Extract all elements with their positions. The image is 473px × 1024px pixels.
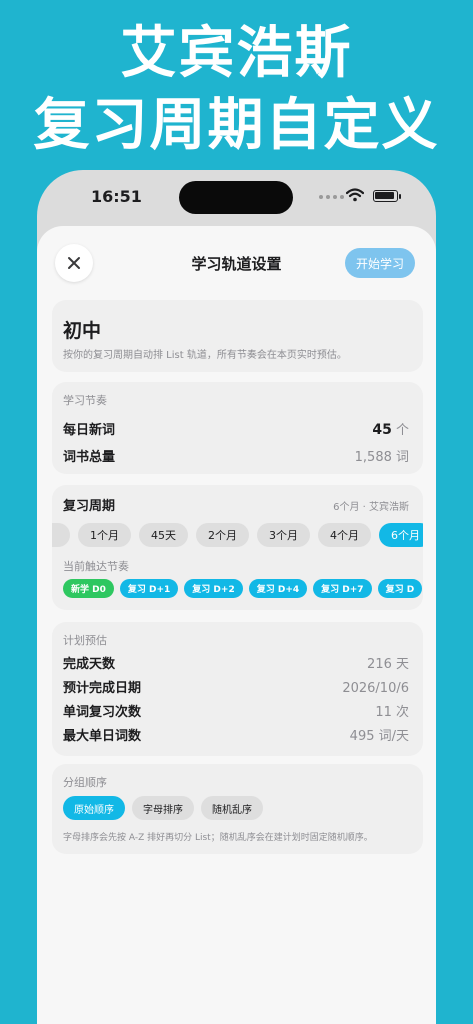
group-option-original[interactable]: 原始顺序 <box>63 796 125 820</box>
cycle-option-6[interactable]: 6个月 <box>379 523 423 547</box>
estimate-row: 完成天数 216 天 <box>63 653 409 672</box>
estimate-value: 495 词/天 <box>349 729 409 744</box>
touch-tag: 复习 D+7 <box>313 579 372 598</box>
battery-cap <box>399 194 401 199</box>
new-words-row[interactable]: 每日新词 45 个 <box>63 419 409 438</box>
estimate-row: 最大单日词数 495 词/天 <box>63 725 409 744</box>
cycle-option-4[interactable]: 3个月 <box>257 523 310 547</box>
estimate-value: 11 次 <box>375 705 409 720</box>
touch-rhythm-tags: 新学 D0 复习 D+1 复习 D+2 复习 D+4 复习 D+7 复习 D <box>63 579 423 598</box>
plan-estimate-card: 计划预估 完成天数 216 天 预计完成日期 2026/10/6 单词复习次数 … <box>52 622 423 756</box>
new-words-unit: 个 <box>395 423 409 438</box>
group-order-note: 字母排序会先按 A-Z 排好再切分 List；随机乱序会在建计划时固定随机顺序。 <box>63 833 373 843</box>
estimate-value: 216 天 <box>367 657 409 672</box>
phone-frame: 16:51 学习轨道设置 开始学习 初中 按你的复习周期自动排 List 轨道，… <box>37 170 436 1024</box>
group-option-random[interactable]: 随机乱序 <box>201 796 263 820</box>
estimate-key: 完成天数 <box>63 657 116 672</box>
cycle-option-partial[interactable] <box>52 523 70 547</box>
level-title: 初中 <box>63 320 102 342</box>
promo-headline-1: 艾宾浩斯 <box>120 21 353 86</box>
signal-dots-icon <box>319 195 344 199</box>
cycle-options: 1个月 45天 2个月 3个月 4个月 6个月 <box>52 523 423 547</box>
estimate-key: 预计完成日期 <box>63 681 142 696</box>
touch-tag: 复习 D+1 <box>119 579 179 598</box>
touch-rhythm-label: 当前触达节奏 <box>63 560 129 573</box>
status-time: 16:51 <box>91 187 142 206</box>
total-words-label: 词书总量 <box>63 450 116 465</box>
review-cycle-card: 复习周期 6个月 · 艾宾浩斯 1个月 45天 2个月 3个月 4个月 6个月 … <box>52 485 423 610</box>
level-card: 初中 按你的复习周期自动排 List 轨道，所有节奏会在本页实时预估。 <box>52 300 423 372</box>
cycle-option-3[interactable]: 2个月 <box>196 523 249 547</box>
touch-tag: 复习 D+2 <box>184 579 243 598</box>
estimate-label: 计划预估 <box>63 634 107 647</box>
rhythm-label: 学习节奏 <box>63 394 107 407</box>
estimate-key: 单词复习次数 <box>63 705 142 720</box>
review-cycle-summary: 6个月 · 艾宾浩斯 <box>333 502 409 513</box>
battery-icon <box>373 190 398 202</box>
touch-tag: 复习 D <box>377 579 423 598</box>
estimate-row: 预计完成日期 2026/10/6 <box>63 677 409 696</box>
start-study-button[interactable]: 开始学习 <box>345 248 415 278</box>
total-words-row: 词书总量 1,588 词 <box>63 446 409 465</box>
rhythm-card: 学习节奏 每日新词 45 个 词书总量 1,588 词 <box>52 382 423 474</box>
touch-tag: 复习 D+4 <box>248 579 308 598</box>
review-cycle-label: 复习周期 <box>63 499 116 514</box>
total-words-value: 1,588 词 <box>354 450 409 465</box>
group-option-alphabetical[interactable]: 字母排序 <box>132 796 194 820</box>
new-words-value[interactable]: 45 <box>372 422 391 438</box>
new-words-label: 每日新词 <box>63 423 116 438</box>
cycle-option-5[interactable]: 4个月 <box>318 523 371 547</box>
level-subtitle: 按你的复习周期自动排 List 轨道，所有节奏会在本页实时预估。 <box>63 350 347 361</box>
dynamic-island <box>179 181 293 214</box>
estimate-key: 最大单日词数 <box>63 729 142 744</box>
settings-sheet: 学习轨道设置 开始学习 初中 按你的复习周期自动排 List 轨道，所有节奏会在… <box>37 226 436 1024</box>
wifi-icon <box>346 188 364 202</box>
promo-headline-2: 复习周期自定义 <box>33 93 440 158</box>
group-order-label: 分组顺序 <box>63 776 107 789</box>
cycle-option-1[interactable]: 1个月 <box>78 523 131 547</box>
cycle-option-2[interactable]: 45天 <box>139 523 188 547</box>
estimate-row: 单词复习次数 11 次 <box>63 701 409 720</box>
status-bar: 16:51 <box>37 170 436 226</box>
touch-tag: 新学 D0 <box>63 579 114 598</box>
group-order-options: 原始顺序 字母排序 随机乱序 <box>63 796 263 820</box>
group-order-card: 分组顺序 原始顺序 字母排序 随机乱序 字母排序会先按 A-Z 排好再切分 Li… <box>52 764 423 854</box>
estimate-value: 2026/10/6 <box>342 681 409 696</box>
